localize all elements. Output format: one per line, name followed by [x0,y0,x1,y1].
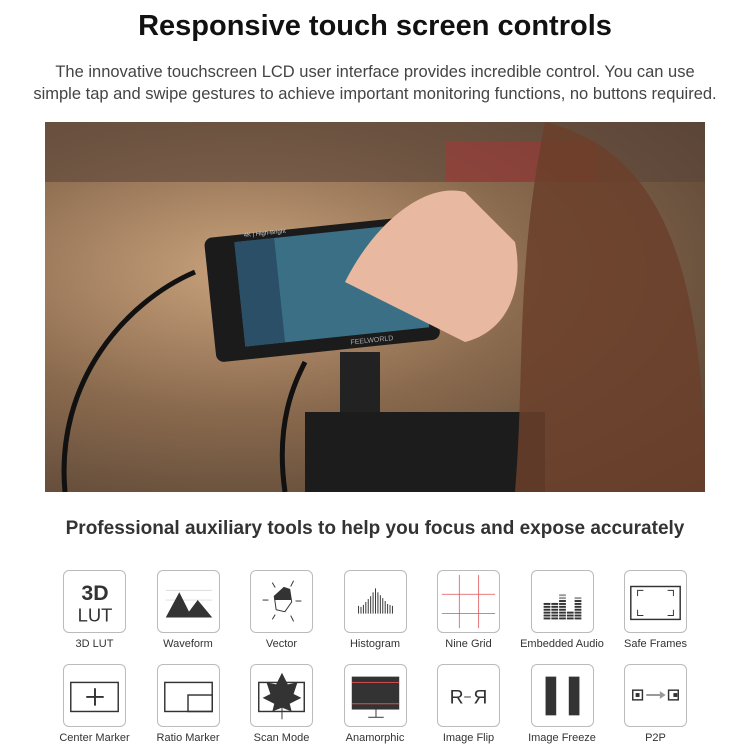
scan-mode-icon [258,672,305,720]
tool-tile-safe-frames [624,570,687,633]
tool-label: Nine Grid [445,638,492,650]
nine-grid-icon [441,574,496,629]
svg-text:R: R [450,687,464,709]
svg-text:3D: 3D [81,581,108,605]
tool-label: Waveform [163,638,213,650]
tool-tile-p2p [624,664,687,727]
image-freeze-icon [545,676,579,716]
safe-frames-icon [630,585,681,621]
tool-tile-vector [250,570,313,633]
ratio-marker-icon [163,681,213,713]
tool-label: 3D LUT [75,638,114,650]
tool-label: Safe Frames [624,638,687,650]
svg-text:LUT: LUT [78,604,113,625]
anamorphic-icon [351,676,399,718]
tool-tile-image-freeze [530,664,594,727]
tool-label: Image Flip [442,732,495,744]
tool-label: Anamorphic [345,732,405,744]
page-subtitle: The innovative touchscreen LCD user inte… [0,61,750,105]
tool-label: Scan Mode [253,732,310,744]
tool-tile-histogram [343,570,407,633]
image-flip-icon: RR [450,687,488,709]
histogram-icon [357,588,393,614]
tool-tile-waveform [156,570,220,633]
tool-label: Vector [265,638,298,650]
vector-icon [262,580,302,622]
center-marker-icon [70,681,119,713]
page-title: Responsive touch screen controls [138,10,612,42]
tools-heading: Professional auxiliary tools to help you… [65,518,685,539]
tool-tile-center-marker [63,664,126,727]
3d-lut-icon: 3DLUT [78,581,113,625]
tool-label: P2P [645,732,666,744]
tool-tile-ratio-marker [156,664,220,727]
audio-meter-icon [543,594,581,620]
svg-text:R: R [473,687,487,709]
tool-tile-3d-lut: 3D LUT [63,570,126,633]
product-photo: 4K | High-Bright FEELWORLD [45,122,705,492]
tool-tile-scan-mode [250,664,313,727]
tool-label: Ratio Marker [156,732,220,744]
tool-label: Center Marker [59,732,130,744]
tool-label: Image Freeze [528,732,596,744]
subtitle-line: simple tap and swipe gestures to achieve… [33,85,717,103]
tool-tile-nine-grid [437,570,500,633]
tool-tile-image-flip: RR [437,664,500,727]
p2p-icon [632,689,679,701]
tool-label: Embedded Audio [520,638,604,650]
waveform-icon [165,589,212,618]
tool-label: Histogram [349,638,401,650]
subtitle-line: The innovative touchscreen LCD user inte… [55,63,695,81]
tool-tile-embedded-audio [530,570,594,633]
tool-tile-anamorphic [343,664,407,727]
